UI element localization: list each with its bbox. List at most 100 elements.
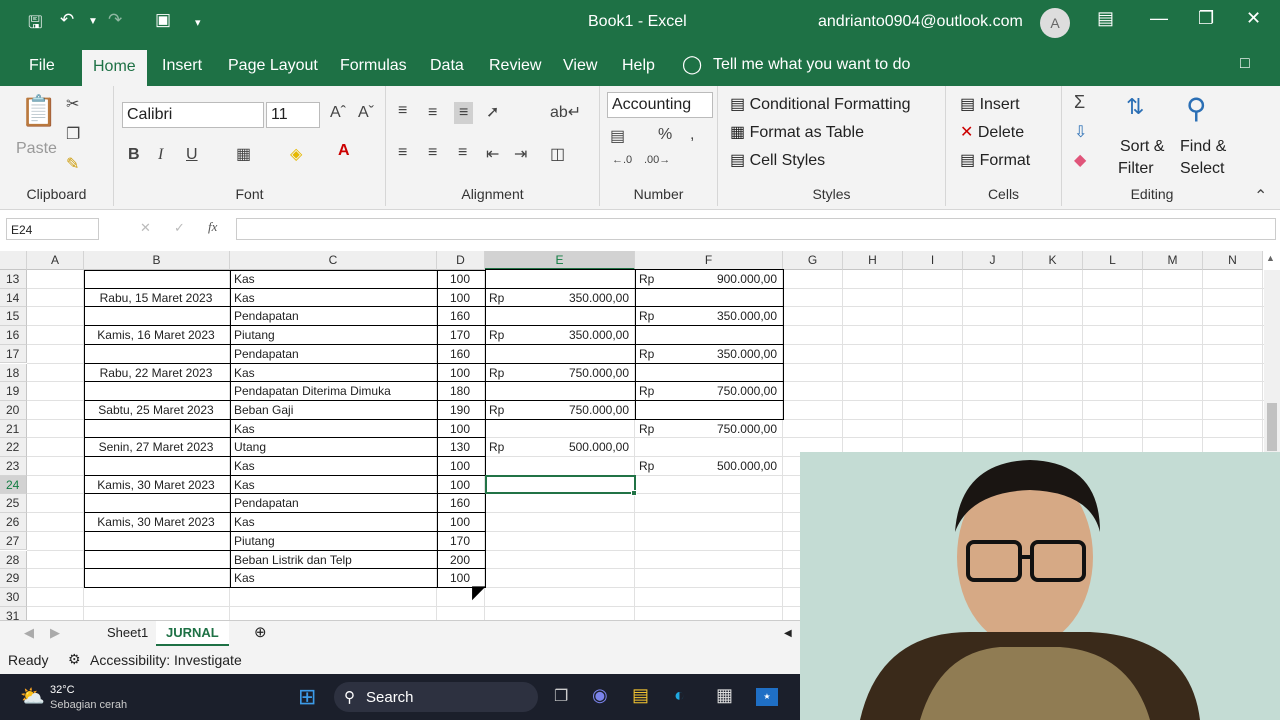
avatar[interactable]: A	[1040, 8, 1070, 38]
customize-qat-icon[interactable]: ▾	[195, 16, 201, 29]
sheet-tab-sheet1[interactable]: Sheet1	[107, 625, 148, 640]
find-label[interactable]: Find &	[1180, 138, 1226, 156]
tab-page-layout[interactable]: Page Layout	[228, 57, 318, 75]
bold-icon[interactable]: B	[128, 146, 140, 164]
merge-center-icon[interactable]: ◫	[550, 144, 565, 164]
delete-button[interactable]: ✕ Delete	[960, 122, 1024, 142]
tab-insert[interactable]: Insert	[162, 57, 202, 75]
align-bottom-icon[interactable]: ≡	[454, 102, 474, 124]
cancel-icon[interactable]: ✕	[140, 220, 151, 236]
next-sheet-icon[interactable]: ▶	[50, 625, 60, 641]
row-header[interactable]: 15	[0, 307, 27, 327]
select-label[interactable]: Select	[1180, 160, 1224, 178]
column-header-k[interactable]: K	[1023, 251, 1083, 270]
wrap-text-icon[interactable]: ab↵	[550, 102, 581, 122]
tab-file[interactable]: File	[29, 57, 55, 75]
sort-filter-icon[interactable]: ⇅	[1126, 94, 1144, 120]
account-name[interactable]: andrianto0904@outlook.com	[818, 13, 1023, 31]
sort-label[interactable]: Sort &	[1120, 138, 1164, 156]
tab-data[interactable]: Data	[430, 57, 464, 75]
minimize-icon[interactable]: —	[1150, 8, 1168, 29]
filter-label[interactable]: Filter	[1118, 160, 1154, 178]
column-header-j[interactable]: J	[963, 251, 1023, 270]
clear-icon[interactable]: ◆	[1074, 150, 1086, 170]
align-top-icon[interactable]: ≡	[398, 102, 407, 120]
edge-icon[interactable]: ◐	[674, 685, 685, 706]
chat-icon[interactable]: ◉	[592, 685, 608, 706]
row-header[interactable]: 29	[0, 569, 27, 588]
column-header-l[interactable]: L	[1083, 251, 1143, 270]
increase-decimal-icon[interactable]: ←.0	[612, 154, 632, 166]
autosum-icon[interactable]: Σ	[1074, 92, 1085, 113]
column-header-f[interactable]: F	[635, 251, 783, 270]
align-center-icon[interactable]: ≡	[428, 144, 437, 162]
insert-function-icon[interactable]: fx	[208, 219, 217, 235]
row-header[interactable]: 30	[0, 587, 27, 607]
row-header[interactable]: 17	[0, 344, 27, 364]
search-box[interactable]: ⚲ Search	[334, 682, 538, 712]
tab-formulas[interactable]: Formulas	[340, 57, 407, 75]
insert-button[interactable]: ▤ Insert	[960, 94, 1020, 114]
scroll-left-icon[interactable]: ◀	[784, 628, 792, 639]
save-icon[interactable]: 🖫	[28, 10, 42, 39]
file-explorer-icon[interactable]: ▤	[632, 685, 649, 706]
collapse-ribbon-icon[interactable]: ⌃	[1254, 186, 1267, 206]
column-header-h[interactable]: H	[843, 251, 903, 270]
scroll-up-icon[interactable]: ▲	[1266, 253, 1275, 263]
font-name-select[interactable]: Calibri	[122, 102, 264, 128]
decrease-indent-icon[interactable]: ⇤	[486, 144, 499, 164]
increase-indent-icon[interactable]: ⇥	[514, 144, 527, 164]
align-middle-icon[interactable]: ≡	[428, 104, 437, 122]
selected-cell-e24[interactable]	[485, 474, 636, 495]
accessibility-status[interactable]: Accessibility: Investigate	[90, 652, 242, 668]
font-size-select[interactable]: 11	[266, 102, 320, 128]
row-header[interactable]: 28	[0, 550, 27, 570]
close-icon[interactable]: ✕	[1246, 8, 1261, 29]
column-header-b[interactable]: B	[84, 251, 230, 270]
column-header-m[interactable]: M	[1143, 251, 1203, 270]
row-header[interactable]: 20	[0, 400, 27, 420]
tab-review[interactable]: Review	[489, 57, 541, 75]
cut-icon[interactable]: ✂	[66, 94, 79, 114]
column-header-n[interactable]: N	[1203, 251, 1263, 270]
align-right-icon[interactable]: ≡	[458, 144, 467, 162]
prev-sheet-icon[interactable]: ◀	[24, 625, 34, 641]
row-header[interactable]: 18	[0, 363, 27, 383]
orientation-icon[interactable]: ➚	[486, 102, 499, 122]
comments-icon[interactable]: □	[1240, 55, 1250, 73]
task-view-icon[interactable]: ❐	[554, 686, 568, 706]
scrollbar-thumb[interactable]	[1267, 403, 1277, 451]
enter-icon[interactable]: ✓	[174, 220, 185, 236]
tab-help[interactable]: Help	[622, 57, 655, 75]
column-header-i[interactable]: I	[903, 251, 963, 270]
row-header[interactable]: 31	[0, 606, 27, 620]
italic-icon[interactable]: I	[158, 146, 163, 164]
format-button[interactable]: ▤ Format	[960, 150, 1030, 170]
fill-color-icon[interactable]: ◈	[290, 144, 302, 164]
underline-icon[interactable]: U	[186, 146, 198, 164]
increase-font-icon[interactable]: Aˆ	[330, 104, 346, 122]
borders-icon[interactable]: ▦	[236, 144, 251, 164]
find-icon[interactable]: ⚲	[1186, 92, 1207, 125]
accounting-format-icon[interactable]: ▤	[610, 126, 625, 146]
row-header[interactable]: 23	[0, 457, 27, 476]
format-painter-icon[interactable]: ✎	[66, 154, 79, 174]
ribbon-display-icon[interactable]: ▤	[1097, 8, 1114, 29]
store-icon[interactable]: ▦	[716, 685, 733, 706]
formula-input[interactable]	[236, 218, 1276, 240]
undo-dropdown-icon[interactable]: ▼	[88, 16, 98, 27]
row-header[interactable]: 16	[0, 326, 27, 345]
tab-home[interactable]: Home	[82, 50, 147, 86]
tab-view[interactable]: View	[563, 57, 597, 75]
number-format-select[interactable]: Accounting	[607, 92, 713, 118]
percent-icon[interactable]: %	[658, 126, 672, 144]
cell-styles-button[interactable]: ▤ Cell Styles	[730, 150, 825, 170]
align-left-icon[interactable]: ≡	[398, 144, 407, 162]
undo-icon[interactable]: ↶	[60, 10, 74, 30]
row-header[interactable]: 22	[0, 438, 27, 457]
row-header[interactable]: 25	[0, 494, 27, 514]
row-header[interactable]: 26	[0, 513, 27, 532]
restore-icon[interactable]: ❐	[1198, 8, 1214, 29]
redo-icon[interactable]: ↷	[108, 10, 122, 30]
camera-icon[interactable]: ▣	[155, 10, 171, 30]
